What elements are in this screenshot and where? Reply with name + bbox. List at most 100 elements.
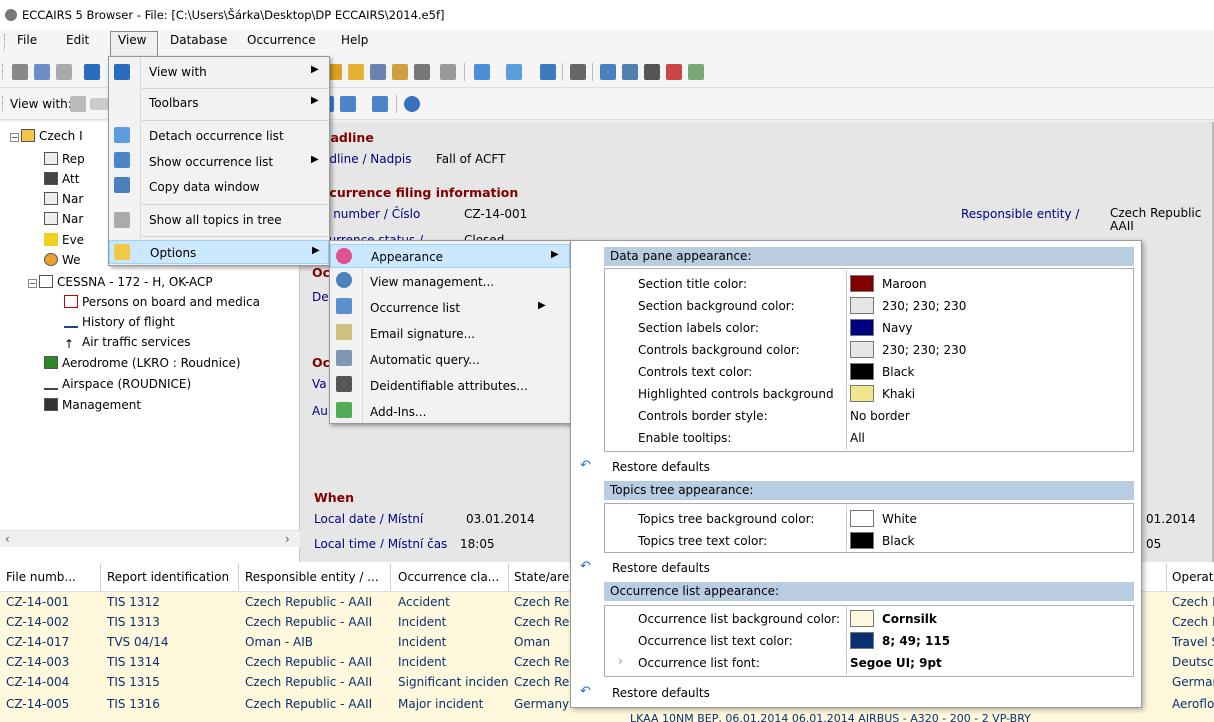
view-icon[interactable] — [84, 64, 100, 80]
view-menu-show-all-topics[interactable]: Show all topics in tree — [109, 208, 329, 232]
tree-item-aircraft[interactable]: − CESSNA - 172 - H, OK-ACP — [28, 275, 213, 289]
print-icon[interactable] — [414, 64, 430, 80]
swatch-controls-text[interactable] — [850, 363, 874, 380]
tree-hscrollbar[interactable]: ‹ › — [0, 530, 300, 547]
report-icon[interactable] — [600, 64, 616, 80]
tree-item-report[interactable]: Rep — [44, 152, 85, 166]
view-menu-toolbars[interactable]: Toolbars ▶ — [109, 91, 329, 115]
scroll-right-icon[interactable]: › — [285, 532, 290, 546]
tree-item-narrative-1[interactable]: Nar — [44, 192, 83, 206]
tree-item-history[interactable]: History of flight — [64, 315, 175, 329]
right-date-value[interactable]: 01.2014 — [1146, 512, 1196, 526]
tree-item-aerodrome[interactable]: Aerodrome (LKRO : Roudnice) — [44, 356, 241, 370]
value-section-title-color[interactable]: Maroon — [882, 277, 927, 291]
value-section-bg-color[interactable]: 230; 230; 230 — [882, 299, 966, 313]
value-section-labels-color[interactable]: Navy — [882, 321, 913, 335]
layout-split-icon[interactable] — [340, 96, 356, 112]
menu-edit[interactable]: Edit — [66, 33, 89, 47]
options-menu-appearance[interactable]: Appearance ▶ — [330, 244, 570, 268]
scroll-left-icon[interactable]: ‹ — [5, 532, 10, 546]
transfer-icon[interactable] — [688, 64, 704, 80]
tree-item-narrative-2[interactable]: Nar — [44, 212, 83, 226]
value-controls-bg-color[interactable]: 230; 230; 230 — [882, 343, 966, 357]
cut-icon[interactable] — [12, 64, 28, 80]
print-report-icon[interactable] — [644, 64, 660, 80]
value-occlist-font[interactable]: Segoe UI; 9pt — [850, 656, 942, 670]
local-time-value[interactable]: 18:05 — [460, 537, 495, 548]
export-icon[interactable] — [666, 64, 682, 80]
view-menu-options[interactable]: Options ▶ — [109, 240, 329, 264]
copy-record-icon[interactable] — [506, 64, 522, 80]
value-enable-tooltips[interactable]: All — [850, 431, 865, 445]
view-menu-detach[interactable]: Detach occurrence list — [109, 124, 329, 148]
view-menu-copy-data[interactable]: Copy data window — [109, 175, 329, 199]
options-menu-occurrence-list[interactable]: Occurrence list ▶ — [330, 296, 570, 320]
col-responsible-entity[interactable]: Responsible entity / ... — [245, 570, 379, 584]
tree-item-weather[interactable]: We — [44, 253, 81, 267]
value-controls-border-style[interactable]: No border — [850, 409, 910, 423]
menu-help[interactable]: Help — [341, 33, 368, 47]
expand-chevron-icon[interactable]: › — [618, 654, 623, 668]
swatch-occlist-bg[interactable] — [850, 610, 874, 627]
save-as-icon[interactable] — [392, 64, 408, 80]
save-icon[interactable] — [370, 64, 386, 80]
value-highlighted-controls-bg[interactable]: Khaki — [882, 387, 915, 401]
tree-item-management[interactable]: Management — [44, 398, 141, 412]
options-menu-automatic-query[interactable]: Automatic query... — [330, 348, 570, 372]
swatch-section-labels[interactable] — [850, 319, 874, 336]
menu-file[interactable]: File — [17, 33, 37, 47]
value-topics-tree-bg-color[interactable]: White — [882, 512, 917, 526]
swatch-occlist-text[interactable] — [850, 632, 874, 649]
help-icon[interactable] — [404, 96, 420, 112]
edit-record-icon[interactable] — [540, 64, 556, 80]
value-occlist-text-color[interactable]: 8; 49; 115 — [882, 634, 950, 648]
tree-item-airspace[interactable]: Airspace (ROUDNICE) — [44, 377, 191, 391]
tree-item-atc[interactable]: ↑ Air traffic services — [64, 335, 191, 351]
view-menu-show-list[interactable]: Show occurrence list ▶ — [109, 150, 329, 174]
restore-defaults-topics-tree[interactable]: Restore defaults — [612, 561, 710, 575]
tree-item-attributes[interactable]: Att — [44, 172, 79, 186]
restore-defaults-data-pane[interactable]: Restore defaults — [612, 460, 710, 474]
view-menu-view-with[interactable]: View with ▶ — [109, 60, 329, 84]
options-menu-add-ins[interactable]: Add-Ins... — [330, 400, 570, 424]
col-operator[interactable]: Operat... — [1172, 570, 1214, 584]
tree-root[interactable]: − Czech I — [10, 129, 83, 143]
new-record-icon[interactable] — [474, 64, 490, 80]
responsible-entity-value[interactable]: Czech Republic AAII — [1110, 207, 1210, 233]
value-topics-tree-text-color[interactable]: Black — [882, 534, 914, 548]
swatch-section-title[interactable] — [850, 275, 874, 292]
open-icon[interactable] — [348, 64, 364, 80]
value-occlist-bg-color[interactable]: Cornsilk — [882, 612, 937, 626]
report-edit-icon[interactable] — [622, 64, 638, 80]
headline-value[interactable]: Fall of ACFT — [436, 152, 505, 166]
swatch-controls-bg[interactable] — [850, 341, 874, 358]
view-dropdown[interactable] — [90, 98, 110, 110]
menu-view[interactable]: View — [118, 33, 146, 47]
filter-icon[interactable] — [440, 64, 456, 80]
copy-icon[interactable] — [34, 64, 50, 80]
options-menu-deidentifiable[interactable]: Deidentifiable attributes... — [330, 374, 570, 398]
menu-occurrence[interactable]: Occurrence — [247, 33, 316, 47]
col-state-area[interactable]: State/are — [514, 570, 569, 584]
tree-item-persons[interactable]: Persons on board and medica — [64, 295, 260, 309]
value-controls-text-color[interactable]: Black — [882, 365, 914, 379]
swatch-highlighted-bg[interactable] — [850, 385, 874, 402]
options-menu-email-signature[interactable]: Email signature... — [330, 322, 570, 346]
col-occurrence-class[interactable]: Occurrence cla... — [398, 570, 499, 584]
tree-item-events[interactable]: Eve — [44, 233, 84, 247]
col-file-number[interactable]: File numb... — [6, 570, 76, 584]
swatch-section-bg[interactable] — [850, 297, 874, 314]
view-selector-icon[interactable] — [70, 96, 86, 112]
swatch-topics-text[interactable] — [850, 532, 874, 549]
menu-database[interactable]: Database — [170, 33, 227, 47]
swatch-topics-bg[interactable] — [850, 510, 874, 527]
options-menu-view-management[interactable]: View management... — [330, 270, 570, 294]
col-report-id[interactable]: Report identification — [107, 570, 229, 584]
details-icon[interactable] — [570, 64, 586, 80]
paste-icon[interactable] — [56, 64, 72, 80]
right-time-value[interactable]: 05 — [1146, 537, 1161, 548]
layout-grid-icon[interactable] — [372, 96, 388, 112]
file-number-value[interactable]: CZ-14-001 — [464, 207, 527, 221]
restore-defaults-occurrence-list[interactable]: Restore defaults — [612, 686, 710, 700]
local-date-value[interactable]: 03.01.2014 — [466, 512, 535, 526]
